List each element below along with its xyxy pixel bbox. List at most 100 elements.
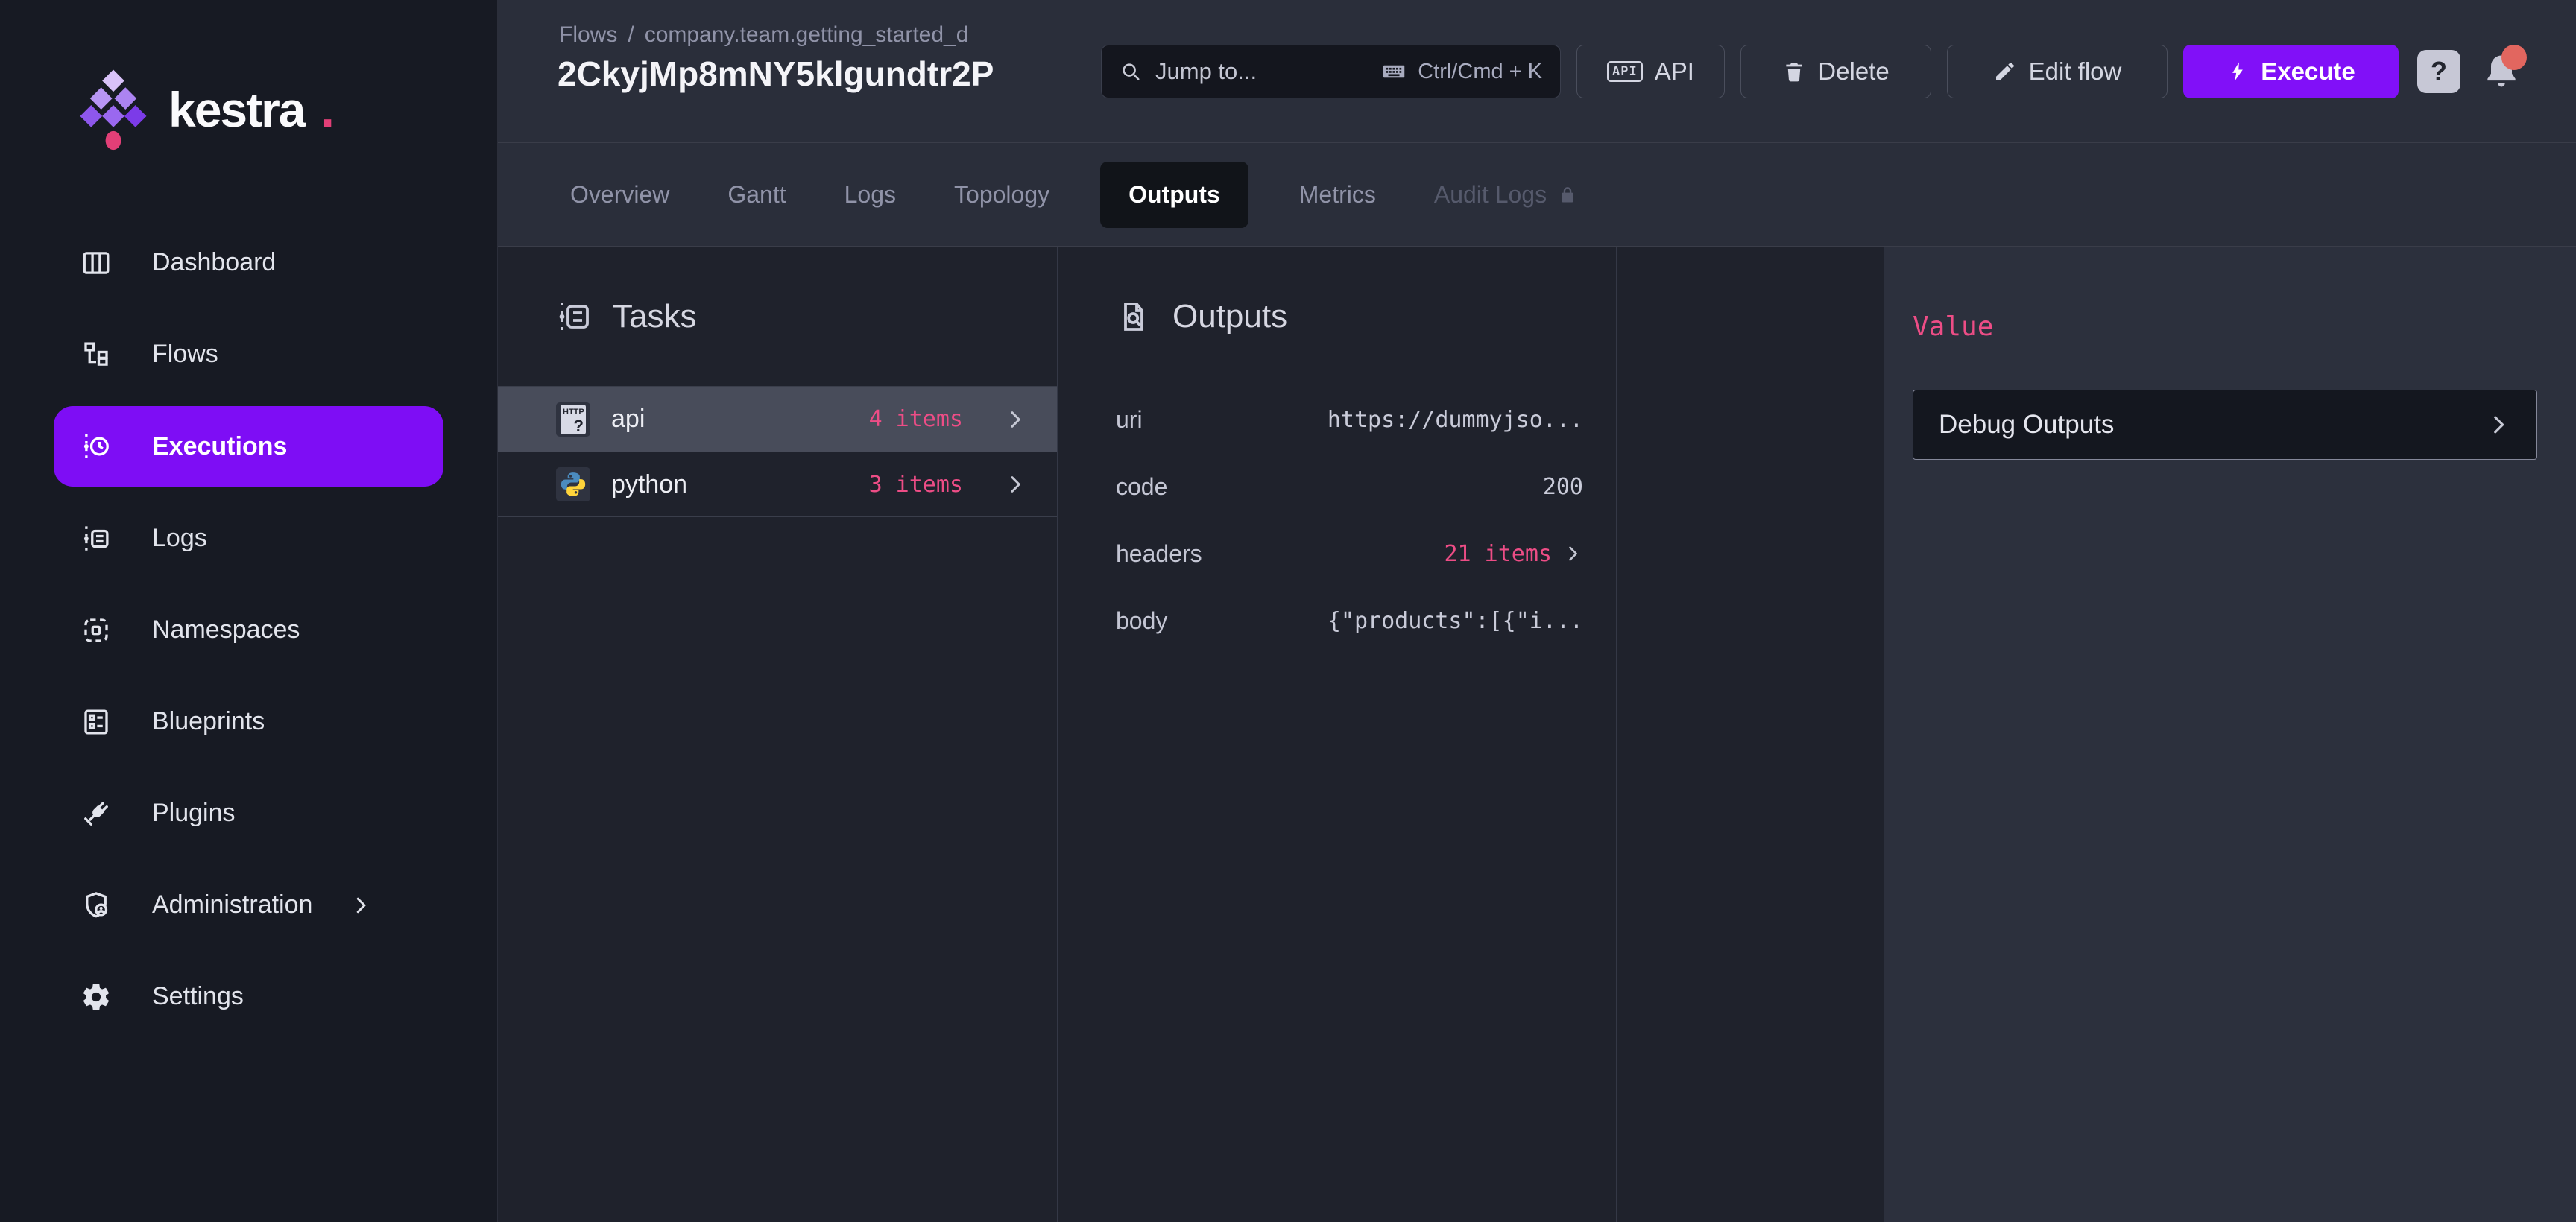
task-row-python[interactable]: python 3 items <box>498 452 1057 517</box>
output-value: https://dummyjso... <box>1327 406 1583 433</box>
sidebar-item-dashboard[interactable]: Dashboard <box>0 217 497 308</box>
kestra-logo[interactable]: kestra. <box>0 0 497 156</box>
question-mark-icon: ? <box>2431 56 2447 86</box>
chevron-right-icon <box>350 894 372 916</box>
top-bar: Flows / company.team.getting_started_d 2Ck… <box>498 0 2576 143</box>
output-key: body <box>1116 607 1168 634</box>
task-name: api <box>611 405 645 433</box>
execute-button[interactable]: Execute <box>2183 45 2399 98</box>
http-task-icon: HTTP ? <box>556 402 590 437</box>
tab-outputs[interactable]: Outputs <box>1100 161 1248 228</box>
administration-shield-icon <box>80 890 112 921</box>
sidebar-item-label: Administration <box>152 890 313 919</box>
task-items-count: 3 items <box>868 471 963 498</box>
outputs-panel: Outputs uri https://dummyjso... code 200… <box>1058 247 1617 1222</box>
output-value: {"products":[{"i... <box>1327 607 1583 634</box>
tab-overview[interactable]: Overview <box>570 181 669 209</box>
empty-column <box>1617 247 1884 1222</box>
chevron-right-icon <box>1011 476 1020 493</box>
logs-icon <box>80 523 112 554</box>
sidebar-item-label: Namespaces <box>152 615 300 644</box>
kestra-wordmark-dot: . <box>321 81 335 137</box>
sidebar-item-settings[interactable]: Settings <box>0 951 497 1042</box>
breadcrumb-flows-link[interactable]: Flows <box>559 22 617 47</box>
kestra-wordmark: kestra <box>168 81 306 137</box>
output-expand-link[interactable]: 21 items <box>1445 541 1584 567</box>
execution-tabs: Overview Gantt Logs Topology Outputs Met… <box>498 143 2576 247</box>
pencil-icon <box>1995 63 2014 80</box>
sidebar-item-executions[interactable]: Executions <box>54 406 443 487</box>
edit-flow-button[interactable]: Edit flow <box>1947 45 2168 98</box>
kestra-logomark-icon <box>79 63 148 156</box>
sidebar: kestra. Dashboard Flows Executions Logs <box>0 0 498 1222</box>
outputs-panel-title: Outputs <box>1172 298 1288 335</box>
sidebar-item-logs[interactable]: Logs <box>0 493 497 584</box>
output-value: 200 <box>1542 473 1583 500</box>
blueprints-icon <box>80 706 112 738</box>
output-row-uri: uri https://dummyjso... <box>1058 386 1616 453</box>
sidebar-item-label: Plugins <box>152 799 236 827</box>
execution-id-title: 2CkyjMp8mNY5klgundtr2P <box>558 54 994 93</box>
outputs-content: Tasks HTTP ? api 4 items python 3 items … <box>498 247 2576 1222</box>
file-search-icon <box>1124 303 1143 331</box>
api-button[interactable]: API API <box>1576 45 1725 98</box>
sidebar-item-label: Blueprints <box>152 707 265 735</box>
keyboard-icon <box>1383 65 1405 78</box>
plugins-plug-icon <box>80 798 112 829</box>
tab-audit-logs[interactable]: Audit Logs <box>1434 181 1578 209</box>
trash-icon <box>1786 63 1802 82</box>
header-actions: Jump to... Ctrl/Cmd + K API API Delete E… <box>1101 45 2527 98</box>
tab-metrics[interactable]: Metrics <box>1299 181 1376 209</box>
lightning-bolt-icon <box>2232 62 2244 81</box>
tasks-panel-header: Tasks <box>498 247 1057 386</box>
task-row-api[interactable]: HTTP ? api 4 items <box>498 386 1057 452</box>
namespaces-icon <box>80 615 112 646</box>
search-shortcut: Ctrl/Cmd + K <box>1380 58 1542 85</box>
task-items-count: 4 items <box>868 406 963 432</box>
tasks-list-icon <box>559 303 589 331</box>
notification-badge <box>2501 45 2527 70</box>
value-panel: Value Debug Outputs <box>1884 247 2576 1222</box>
delete-button[interactable]: Delete <box>1740 45 1931 98</box>
sidebar-item-label: Executions <box>152 431 288 460</box>
output-key: headers <box>1116 539 1202 567</box>
sidebar-item-label: Flows <box>152 340 218 368</box>
tab-logs[interactable]: Logs <box>845 181 896 209</box>
api-badge-icon: API <box>1607 61 1643 82</box>
breadcrumb-flow-link[interactable]: company.team.getting_started_d <box>645 22 969 47</box>
task-name: python <box>611 469 688 498</box>
sidebar-item-namespaces[interactable]: Namespaces <box>0 584 497 676</box>
sidebar-item-label: Settings <box>152 982 244 1010</box>
search-placeholder: Jump to... <box>1155 58 1257 84</box>
chevron-right-icon <box>2494 416 2504 434</box>
value-label: Value <box>1913 311 1994 342</box>
output-row-code: code 200 <box>1058 453 1616 520</box>
sidebar-item-label: Dashboard <box>152 248 277 276</box>
notifications-button[interactable] <box>2481 45 2527 92</box>
chevron-right-icon <box>1011 411 1020 428</box>
python-task-icon <box>556 467 590 501</box>
help-button[interactable]: ? <box>2417 50 2460 93</box>
sidebar-nav: Dashboard Flows Executions Logs Namespac… <box>0 217 497 1042</box>
tasks-panel: Tasks HTTP ? api 4 items python 3 items <box>498 247 1058 1222</box>
tasks-panel-title: Tasks <box>613 298 697 335</box>
tab-gantt[interactable]: Gantt <box>727 181 786 209</box>
debug-outputs-button[interactable]: Debug Outputs <box>1913 390 2537 460</box>
breadcrumb: Flows / company.team.getting_started_d <box>559 22 1073 48</box>
lock-icon <box>1562 187 1573 203</box>
sidebar-item-plugins[interactable]: Plugins <box>0 767 497 859</box>
sidebar-item-administration[interactable]: Administration <box>0 859 497 951</box>
dashboard-icon <box>80 247 112 279</box>
outputs-panel-header: Outputs <box>1058 247 1616 386</box>
sidebar-item-blueprints[interactable]: Blueprints <box>0 676 497 767</box>
sidebar-item-flows[interactable]: Flows <box>0 308 497 400</box>
output-key: uri <box>1116 405 1143 433</box>
executions-timeline-clock-icon <box>80 431 112 462</box>
settings-gear-icon <box>80 981 112 1013</box>
output-row-headers[interactable]: headers 21 items <box>1058 520 1616 587</box>
jump-to-search[interactable]: Jump to... Ctrl/Cmd + K <box>1101 45 1561 98</box>
output-key: code <box>1116 472 1168 500</box>
tab-topology[interactable]: Topology <box>954 181 1049 209</box>
flows-tree-icon <box>80 339 112 370</box>
breadcrumb-separator: / <box>628 22 634 47</box>
